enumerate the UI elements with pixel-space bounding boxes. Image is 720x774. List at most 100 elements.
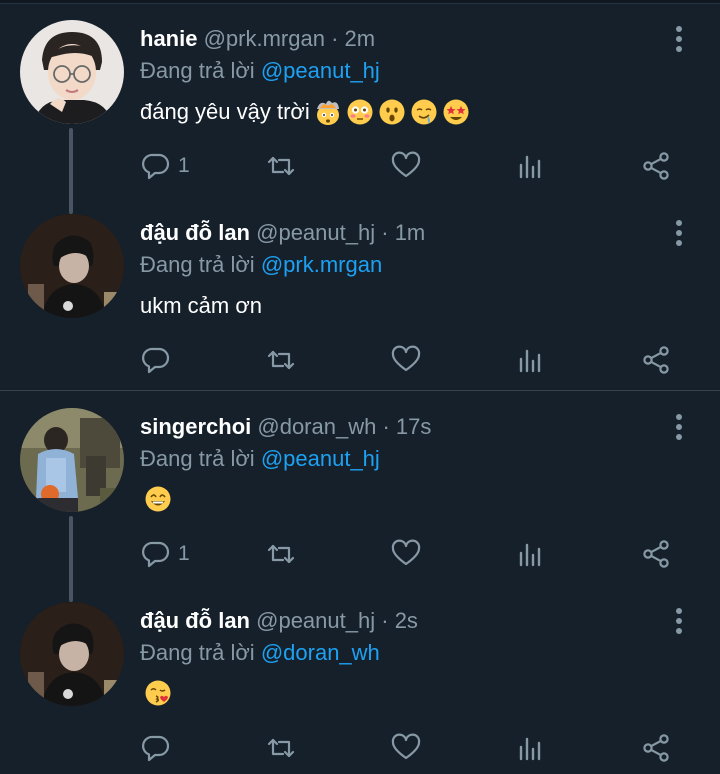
avatar[interactable]	[20, 20, 124, 124]
retweet-icon	[265, 150, 297, 182]
tweet[interactable]: singerchoi @doran_wh · 17s Đang trả lời …	[0, 388, 720, 602]
tweet-text-body: ukm cảm ơn	[140, 293, 263, 318]
reply-count: 1	[178, 542, 190, 565]
astonished-face-emoji	[378, 98, 406, 126]
retweet-button[interactable]	[265, 732, 297, 764]
timestamp[interactable]: 2s	[395, 608, 418, 633]
mention-link[interactable]: @prk.mrgan	[261, 252, 382, 277]
more-vertical-icon[interactable]	[669, 606, 689, 636]
replying-to: Đang trả lời @peanut_hj	[140, 57, 380, 85]
user-handle[interactable]: @doran_wh	[257, 414, 376, 439]
tweet-header: singerchoi @doran_wh · 17s	[140, 414, 431, 440]
tweet-actions	[0, 732, 720, 764]
tweet-actions	[0, 344, 720, 376]
mention-link[interactable]: @peanut_hj	[261, 446, 380, 471]
timestamp[interactable]: 1m	[395, 220, 426, 245]
analytics-button[interactable]	[515, 344, 547, 376]
flushed-face-emoji	[346, 98, 374, 126]
replying-to-label: Đang trả lời	[140, 252, 255, 277]
star-struck-emoji	[442, 98, 470, 126]
avatar[interactable]	[20, 602, 124, 706]
analytics-icon	[515, 344, 547, 376]
share-button[interactable]	[640, 538, 672, 570]
tweet[interactable]: đậu đỗ lan @peanut_hj · 2s Đang trả lời …	[0, 582, 720, 774]
reply-icon	[140, 732, 172, 764]
share-button[interactable]	[640, 150, 672, 182]
like-button[interactable]	[390, 344, 422, 376]
user-handle[interactable]: @peanut_hj	[256, 220, 375, 245]
like-button[interactable]	[390, 538, 422, 570]
timestamp[interactable]: 2m	[345, 26, 376, 51]
like-button[interactable]	[390, 150, 422, 182]
avatar[interactable]	[20, 408, 124, 512]
tweet-text: ukm cảm ơn	[140, 291, 262, 321]
analytics-button[interactable]	[515, 732, 547, 764]
exploding-head-emoji	[314, 98, 342, 126]
reply-button[interactable]: 1	[140, 150, 190, 182]
tweet-actions: 1	[0, 538, 720, 570]
reply-icon	[140, 344, 172, 376]
mention-link[interactable]: @peanut_hj	[261, 58, 380, 83]
display-name[interactable]: hanie	[140, 26, 197, 51]
replying-to: Đang trả lời @prk.mrgan	[140, 251, 382, 279]
like-button[interactable]	[390, 732, 422, 764]
reply-button[interactable]	[140, 344, 178, 376]
retweet-button[interactable]	[265, 150, 297, 182]
more-vertical-icon[interactable]	[669, 218, 689, 248]
retweet-icon	[265, 732, 297, 764]
analytics-icon	[515, 538, 547, 570]
avatar[interactable]	[20, 214, 124, 318]
analytics-button[interactable]	[515, 538, 547, 570]
tweet-text	[140, 679, 172, 707]
reply-button[interactable]	[140, 732, 178, 764]
tweet-header: hanie @prk.mrgan · 2m	[140, 26, 375, 52]
heart-icon	[390, 344, 422, 376]
timestamp[interactable]: 17s	[396, 414, 431, 439]
grinning-face-emoji	[144, 485, 172, 513]
reply-count: 1	[178, 154, 190, 177]
share-icon	[640, 538, 672, 570]
more-vertical-icon[interactable]	[669, 24, 689, 54]
tweet-text: đáng yêu vậy trời	[140, 97, 470, 127]
mention-link[interactable]: @doran_wh	[261, 640, 380, 665]
kissing-face-emoji	[144, 679, 172, 707]
tweet-actions: 1	[0, 150, 720, 182]
separator-dot: ·	[382, 414, 390, 439]
tweet-header: đậu đỗ lan @peanut_hj · 2s	[140, 608, 418, 634]
retweet-icon	[265, 344, 297, 376]
tweet[interactable]: hanie @prk.mrgan · 2m Đang trả lời @pean…	[0, 0, 720, 214]
replying-to-label: Đang trả lời	[140, 446, 255, 471]
reply-icon	[140, 538, 172, 570]
share-icon	[640, 344, 672, 376]
display-name[interactable]: singerchoi	[140, 414, 251, 439]
separator-dot: ·	[381, 220, 389, 245]
retweet-button[interactable]	[265, 344, 297, 376]
tweet-text-body: đáng yêu vậy trời	[140, 99, 310, 124]
share-button[interactable]	[640, 732, 672, 764]
tweet-header: đậu đỗ lan @peanut_hj · 1m	[140, 220, 425, 246]
user-handle[interactable]: @peanut_hj	[256, 608, 375, 633]
display-name[interactable]: đậu đỗ lan	[140, 220, 250, 245]
retweet-button[interactable]	[265, 538, 297, 570]
separator-dot: ·	[331, 26, 339, 51]
reply-icon	[140, 150, 172, 182]
tweet-text	[140, 485, 172, 513]
analytics-button[interactable]	[515, 150, 547, 182]
user-handle[interactable]: @prk.mrgan	[204, 26, 325, 51]
display-name[interactable]: đậu đỗ lan	[140, 608, 250, 633]
heart-icon	[390, 150, 422, 182]
share-icon	[640, 150, 672, 182]
analytics-icon	[515, 732, 547, 764]
heart-icon	[390, 538, 422, 570]
replying-to: Đang trả lời @peanut_hj	[140, 445, 380, 473]
share-button[interactable]	[640, 344, 672, 376]
tweet[interactable]: đậu đỗ lan @peanut_hj · 1m Đang trả lời …	[0, 194, 720, 388]
analytics-icon	[515, 150, 547, 182]
reply-button[interactable]: 1	[140, 538, 190, 570]
replying-to-label: Đang trả lời	[140, 58, 255, 83]
share-icon	[640, 732, 672, 764]
separator-dot: ·	[381, 608, 389, 633]
replying-to-label: Đang trả lời	[140, 640, 255, 665]
more-vertical-icon[interactable]	[669, 412, 689, 442]
heart-icon	[390, 732, 422, 764]
